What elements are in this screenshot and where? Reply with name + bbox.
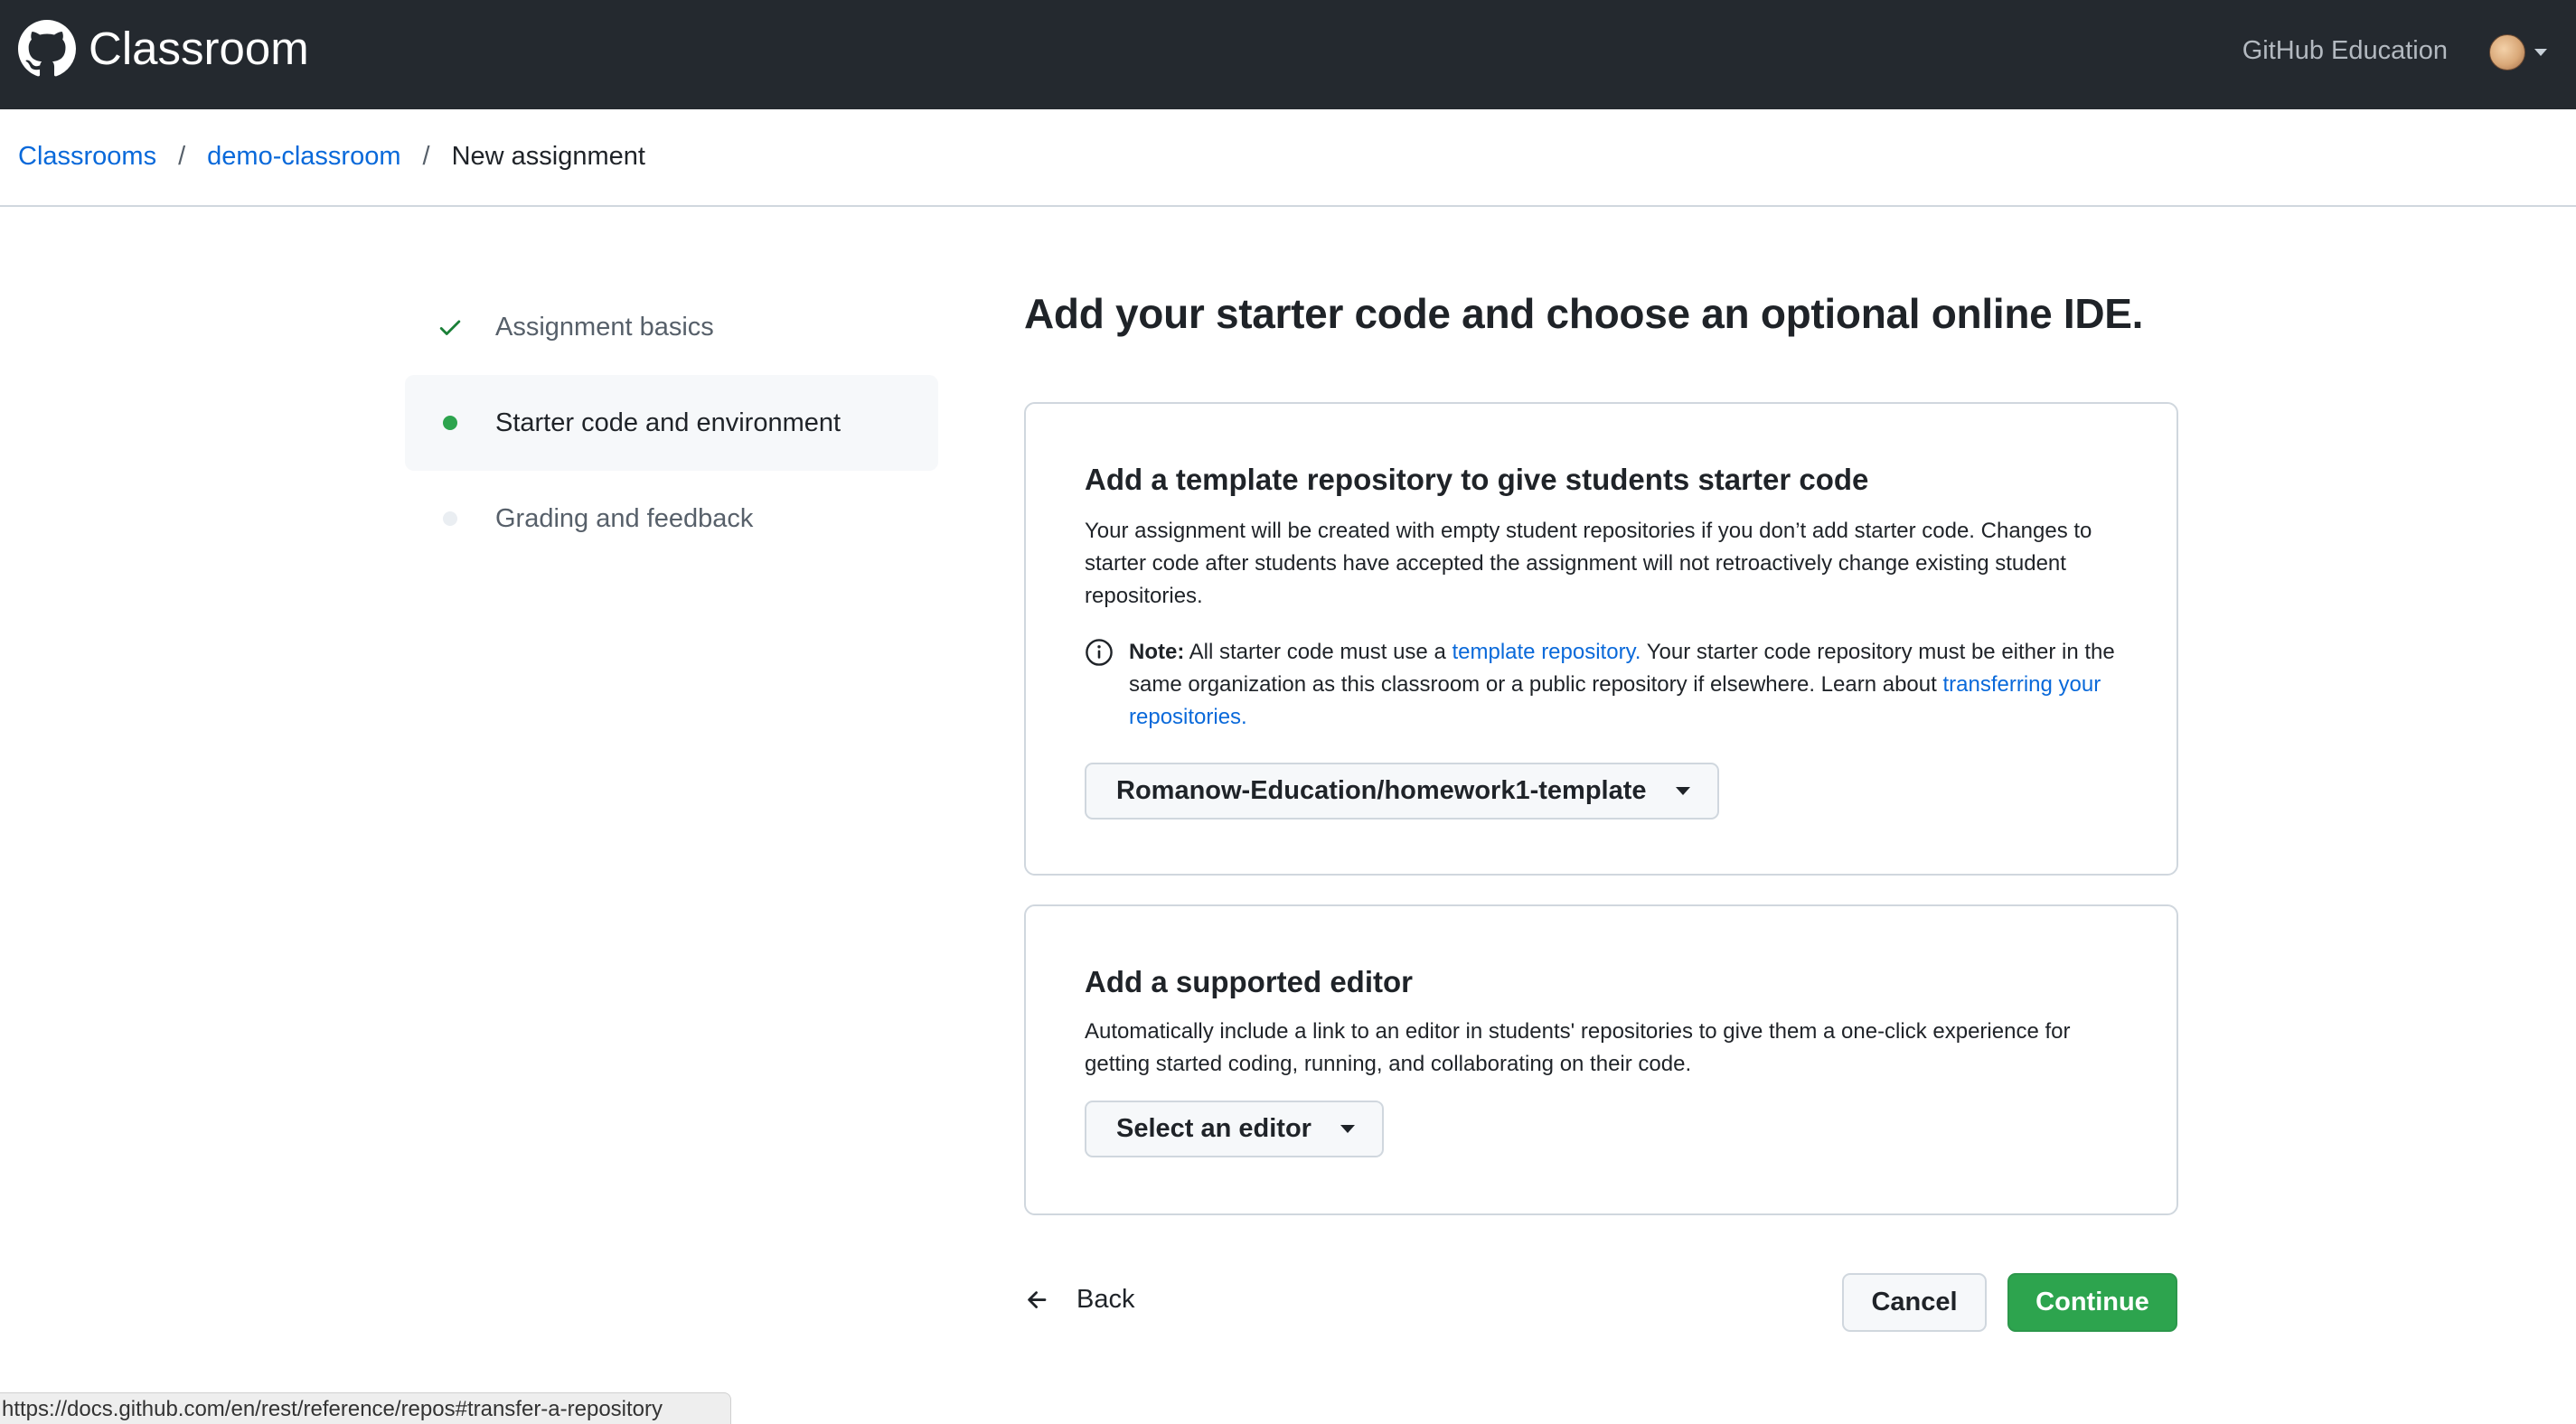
cancel-button[interactable]: Cancel bbox=[1842, 1273, 1987, 1332]
chevron-down-icon bbox=[2534, 49, 2547, 56]
step-grading-and-feedback[interactable]: Grading and feedback bbox=[405, 471, 938, 567]
arrow-left-icon bbox=[1028, 1290, 1047, 1308]
editor-card-heading: Add a supported editor bbox=[1085, 965, 1413, 998]
template-card-heading: Add a template repository to give studen… bbox=[1085, 463, 1869, 496]
github-logo-icon bbox=[18, 20, 76, 77]
step-marker bbox=[405, 416, 495, 430]
selected-repository: Romanow-Education/homework1-template bbox=[1116, 776, 1647, 805]
editor-select-dropdown[interactable]: Select an editor bbox=[1085, 1101, 1384, 1157]
top-navigation-bar: Classroom GitHub Education bbox=[0, 0, 2576, 109]
current-step-dot-icon bbox=[443, 416, 457, 430]
breadcrumb-classroom-link[interactable]: demo-classroom bbox=[207, 142, 400, 172]
browser-status-url: https://docs.github.com/en/rest/referenc… bbox=[0, 1392, 731, 1424]
step-marker bbox=[405, 511, 495, 526]
template-card-description: Your assignment will be created with emp… bbox=[1085, 519, 2092, 608]
template-repository-card: Add a template repository to give studen… bbox=[1024, 402, 2178, 876]
breadcrumb-separator: / bbox=[422, 142, 430, 171]
user-menu[interactable] bbox=[2489, 34, 2547, 70]
main-content: Add your starter code and choose an opti… bbox=[1024, 280, 2178, 1215]
continue-button[interactable]: Continue bbox=[2007, 1273, 2177, 1332]
info-icon bbox=[1086, 639, 1113, 666]
check-icon bbox=[439, 320, 461, 335]
step-starter-code-and-environment[interactable]: Starter code and environment bbox=[405, 375, 938, 471]
back-label: Back bbox=[1076, 1285, 1135, 1314]
step-marker bbox=[405, 314, 495, 341]
classroom-home-link[interactable]: Classroom bbox=[18, 20, 309, 78]
caret-down-icon bbox=[1675, 787, 1690, 795]
step-label: Starter code and environment bbox=[495, 408, 841, 437]
note-text-part: All starter code must use a bbox=[1189, 640, 1446, 664]
assignment-steps-nav: Assignment basics Starter code and envir… bbox=[405, 279, 938, 567]
breadcrumb-separator: / bbox=[178, 142, 186, 171]
supported-editor-card: Add a supported editor Automatically inc… bbox=[1024, 904, 2178, 1215]
editor-select-label: Select an editor bbox=[1116, 1114, 1312, 1143]
caret-down-icon bbox=[1340, 1125, 1355, 1133]
breadcrumb-classrooms-link[interactable]: Classrooms bbox=[18, 142, 156, 172]
step-label: Assignment basics bbox=[495, 312, 714, 342]
step-label: Grading and feedback bbox=[495, 503, 754, 533]
page-title: Add your starter code and choose an opti… bbox=[1024, 290, 2144, 337]
template-repository-dropdown[interactable]: Romanow-Education/homework1-template bbox=[1085, 763, 1719, 820]
avatar bbox=[2489, 34, 2525, 70]
step-assignment-basics[interactable]: Assignment basics bbox=[405, 279, 938, 375]
app-name: Classroom bbox=[89, 23, 309, 74]
template-repository-link[interactable]: template repository. bbox=[1452, 640, 1641, 664]
editor-card-description: Automatically include a link to an edito… bbox=[1085, 1019, 2071, 1076]
back-button[interactable]: Back bbox=[1024, 1285, 1134, 1315]
github-education-link[interactable]: GitHub Education bbox=[2242, 36, 2448, 66]
starter-code-note: Note: All starter code must use a templa… bbox=[1085, 636, 2142, 734]
note-text: Note: All starter code must use a templa… bbox=[1129, 636, 2142, 734]
note-label: Note: bbox=[1129, 640, 1185, 664]
breadcrumb-current: New assignment bbox=[451, 142, 645, 171]
breadcrumb-bar: Classrooms / demo-classroom / New assign… bbox=[0, 109, 2576, 207]
breadcrumb: Classrooms / demo-classroom / New assign… bbox=[18, 142, 645, 172]
pending-step-dot-icon bbox=[443, 511, 457, 526]
